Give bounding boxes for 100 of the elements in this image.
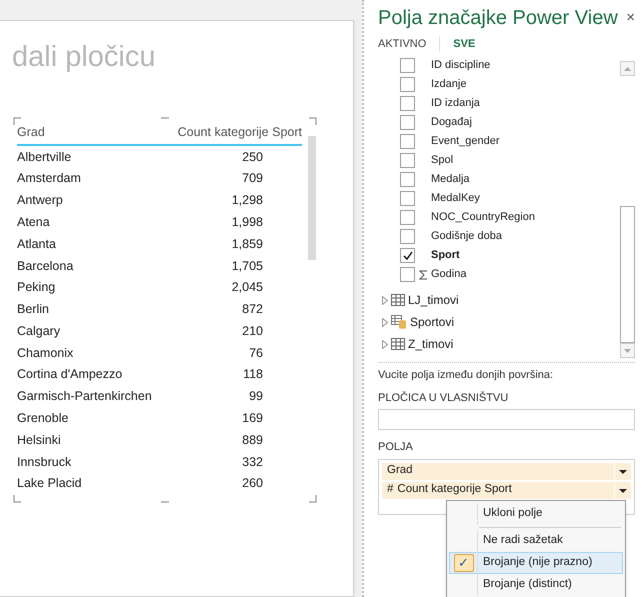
hint-text: Vucite polja između donjih površina: [378, 368, 554, 383]
table-icon [391, 338, 405, 350]
scroll-down-button[interactable] [620, 343, 635, 358]
close-button[interactable]: × [626, 10, 635, 25]
table-cell-text: 2,045 [230, 279, 263, 296]
checkbox[interactable] [400, 153, 415, 168]
menu-item[interactable]: Brojanje (distinct) [449, 574, 623, 596]
field-name[interactable]: Godišnje doba [431, 228, 502, 245]
scrollbar-thumb[interactable] [620, 206, 635, 343]
down-arrow-icon [624, 348, 631, 352]
field-name[interactable]: NOC_CountryRegion [431, 209, 535, 226]
checkbox[interactable] [400, 191, 415, 206]
menu-item-label: Ne radi sažetak [483, 532, 563, 548]
table-cell-text: Grenoble [17, 410, 70, 428]
well-label: POLJA [378, 440, 414, 455]
resize-handle-icon[interactable] [13, 494, 22, 504]
checkbox[interactable] [400, 77, 415, 92]
table-cell-text: Atena [17, 214, 51, 231]
field-name[interactable]: Medalja [431, 171, 470, 188]
field-name[interactable]: MedalKey [431, 190, 480, 207]
table-database-icon [391, 315, 407, 329]
table-cell-text: 169 [241, 410, 263, 428]
table-cell-text: 118 [242, 366, 263, 384]
table-cell-text: Garmisch-Partenkirchen [17, 388, 153, 406]
table-cell-text: Helsinki [17, 432, 62, 449]
table-icon [391, 294, 405, 306]
field-well-item[interactable]: # Count kategorije Sport [382, 482, 631, 498]
resize-handle-icon[interactable] [309, 494, 318, 504]
table-cell-text: Cortina d'Ampezzo [17, 366, 124, 384]
table-cell-text: Berlin [17, 301, 50, 318]
menu-item[interactable]: Ne radi sažetak [449, 530, 623, 552]
table-cell-text: 332 [241, 454, 263, 471]
resize-handle-icon[interactable] [13, 117, 22, 126]
field-label: Grad [387, 463, 414, 478]
field-name[interactable]: Izdanje [431, 76, 466, 93]
table-cell-text: Atlanta [17, 236, 57, 253]
column-header[interactable]: Count kategorije Sport [157, 123, 302, 142]
up-arrow-icon [624, 66, 631, 70]
expand-triangle-icon[interactable] [382, 340, 388, 348]
menu-item[interactable]: ✓ Brojanje (nije prazno) [449, 552, 623, 574]
drop-zone[interactable] [378, 409, 635, 430]
menu-item-label: Brojanje (distinct) [483, 576, 572, 592]
scroll-up-button[interactable] [620, 61, 635, 76]
checkbox[interactable] [400, 229, 415, 244]
number-sign: # [387, 482, 394, 498]
checkbox[interactable] [400, 96, 415, 111]
menu-item-label: Brojanje (nije prazno) [483, 554, 592, 570]
checkbox[interactable] [400, 267, 415, 282]
field-name[interactable]: Sport [431, 247, 460, 264]
table-cell-text: 250 [241, 148, 263, 166]
table-cell-text: 76 [248, 344, 263, 362]
table-cell-text: 99 [248, 388, 263, 406]
field-name[interactable]: Event_gender [431, 133, 500, 150]
checkbox[interactable] [400, 248, 415, 263]
table-cell-text: Lake Placid [17, 475, 83, 492]
table-cell-text: Calgary [17, 322, 62, 340]
table-cell-text: 210 [241, 322, 263, 340]
field-name[interactable]: Godina [431, 266, 466, 283]
table-cell-text: 1,859 [230, 236, 263, 253]
check-icon [402, 250, 412, 260]
expand-triangle-icon[interactable] [382, 318, 388, 326]
table-cell-text: Peking [17, 279, 56, 296]
panel-title: Polja značajke Power View [378, 6, 618, 31]
checkbox[interactable] [400, 172, 415, 187]
sigma-icon [418, 270, 428, 280]
field-label: Count kategorije Sport [397, 482, 513, 498]
table-cell-text: 709 [241, 170, 263, 188]
table-cell-text: Albertville [17, 148, 72, 166]
table-cell-text: Innsbruck [17, 454, 72, 471]
checkbox[interactable] [400, 210, 415, 225]
table-cell-text: 889 [241, 432, 263, 449]
table-cell-text: 1,705 [230, 258, 263, 274]
table-name[interactable]: Sportovi [410, 313, 454, 331]
scrollbar[interactable] [308, 136, 316, 260]
checkbox[interactable] [400, 58, 415, 73]
field-well-item[interactable]: Grad [382, 462, 631, 480]
table-name[interactable]: LJ_timovi [408, 291, 459, 309]
well-label: PLOČICA U VLASNIŠTVU [378, 390, 510, 406]
table-cell-text: 260 [241, 475, 263, 492]
table-cell-text: Antwerp [17, 192, 64, 210]
checkbox[interactable] [400, 115, 415, 130]
table-name[interactable]: Z_timovi [408, 335, 454, 353]
table-cell-text: Chamonix [17, 344, 74, 362]
table-cell-text: 1,298 [230, 192, 263, 210]
expand-triangle-icon[interactable] [382, 296, 388, 304]
canvas-title: dali pločicu [12, 40, 156, 75]
field-name[interactable]: Spol [431, 152, 454, 169]
checkbox[interactable] [400, 134, 415, 149]
field-name[interactable]: ID izdanja [431, 95, 480, 112]
column-header[interactable]: Grad [17, 123, 157, 142]
table-cell-text: 1,998 [230, 214, 263, 231]
tab[interactable]: AKTIVNO [378, 36, 426, 52]
table-cell-text: 872 [241, 301, 263, 318]
resize-handle-icon[interactable] [309, 117, 318, 126]
tab[interactable]: SVE [453, 36, 476, 52]
field-name[interactable]: ID discipline [431, 57, 490, 74]
field-name[interactable]: Događaj [431, 114, 472, 131]
table-cell-text: Amsterdam [17, 170, 82, 188]
table-cell-text: Barcelona [17, 258, 74, 274]
check-mark: ✓ [454, 554, 474, 572]
